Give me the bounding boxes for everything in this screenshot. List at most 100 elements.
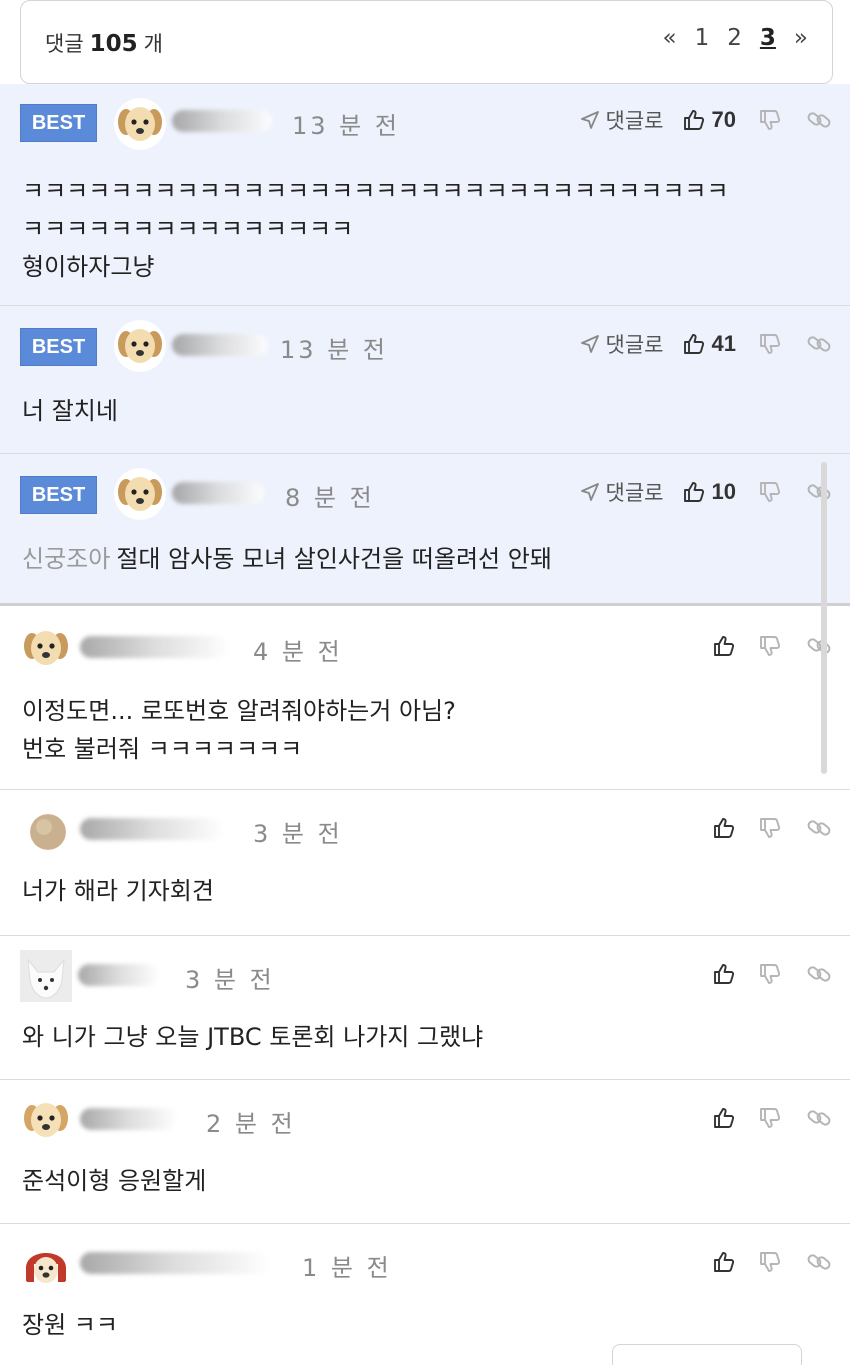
dislike-button[interactable] (758, 108, 782, 132)
comment-actions (712, 1244, 832, 1280)
send-arrow-icon (580, 483, 599, 501)
nickname-blurred[interactable] (172, 480, 264, 506)
like-count: 41 (711, 331, 736, 356)
comment-text: ㅋㅋㅋㅋㅋㅋㅋㅋㅋㅋㅋㅋㅋㅋㅋㅋㅋㅋㅋㅋㅋㅋㅋㅋㅋㅋㅋㅋㅋㅋㅋㅋ ㅋㅋㅋㅋㅋㅋㅋ… (22, 172, 828, 286)
red-hood-puppy-icon[interactable] (20, 1238, 72, 1290)
like-button[interactable]: 70 (682, 107, 736, 133)
beige-circle-icon[interactable] (30, 814, 66, 850)
dislike-button[interactable] (758, 816, 782, 840)
comment-count: 댓글 105 개 (45, 28, 163, 58)
link-button[interactable] (806, 107, 832, 133)
nickname-blurred[interactable] (80, 634, 230, 660)
puppy-icon[interactable] (20, 1094, 72, 1146)
chain-link-icon (807, 638, 831, 654)
comment-line: 절대 암사동 모녀 살인사건을 떠올려선 안돼 (116, 545, 552, 573)
nickname-blurred[interactable] (78, 962, 160, 988)
comment-line: 이정도면... 로또번호 알려줘야하는거 아님? (22, 697, 456, 725)
thumbs-down-icon (760, 1108, 781, 1128)
nickname-blurred[interactable] (80, 1250, 270, 1276)
like-button[interactable] (712, 1106, 736, 1130)
dislike-button[interactable] (758, 962, 782, 986)
chain-link-icon (807, 1110, 831, 1126)
comment-actions: 댓글로 10 (580, 474, 832, 510)
thumbs-down-icon (760, 334, 781, 354)
thumbs-up-icon (683, 482, 704, 502)
comment-text: 와 니가 그냥 오늘 JTBC 토론회 나가지 그랬냐 (22, 1018, 828, 1056)
comment-item: 3 분 전 와 니가 그냥 오늘 JTBC 토론회 나가지 그랬냐 (0, 936, 850, 1080)
next-page-button[interactable]: » (794, 25, 808, 51)
comment-text: 너 잘치네 (22, 392, 828, 430)
page-2-link[interactable]: 2 (727, 25, 742, 51)
like-button[interactable] (712, 634, 736, 658)
page-3-current[interactable]: 3 (760, 25, 776, 51)
like-button[interactable]: 10 (682, 479, 736, 505)
comment-time: 2 분 전 (206, 1110, 296, 1138)
reply-label: 댓글로 (605, 333, 664, 357)
comment-item: BEST 13 분 전 댓글로 41 너 잘치네 (0, 306, 850, 454)
comment-time: 4 분 전 (253, 638, 343, 666)
link-button[interactable] (806, 479, 832, 505)
puppy-icon[interactable] (114, 320, 166, 372)
dislike-button[interactable] (758, 1106, 782, 1130)
comment-actions (712, 810, 832, 846)
link-button[interactable] (806, 961, 832, 987)
nickname-blurred[interactable] (80, 816, 224, 842)
dislike-button[interactable] (758, 634, 782, 658)
reply-button[interactable]: 댓글로 (580, 105, 664, 135)
comment-actions: 댓글로 41 (580, 326, 832, 362)
white-fox-icon[interactable] (20, 950, 72, 1002)
nickname-blurred[interactable] (80, 1106, 178, 1132)
thumbs-down-icon (760, 110, 781, 130)
like-count: 10 (711, 479, 736, 504)
thumbs-up-icon (714, 1252, 735, 1272)
reply-button[interactable]: 댓글로 (580, 477, 664, 507)
chain-link-icon (807, 820, 831, 836)
dislike-button[interactable] (758, 332, 782, 356)
floating-button-partial[interactable] (612, 1344, 802, 1365)
comment-header: 댓글 105 개 « 1 2 3 » (20, 0, 833, 84)
link-button[interactable] (806, 1249, 832, 1275)
link-button[interactable] (806, 633, 832, 659)
comment-count-prefix: 댓글 (45, 32, 84, 56)
comment-time: 13 분 전 (280, 336, 388, 364)
comment-actions (712, 1100, 832, 1136)
like-button[interactable]: 41 (682, 331, 736, 357)
page-1-link[interactable]: 1 (695, 25, 710, 51)
comment-line: 번호 불러줘 ㅋㅋㅋㅋㅋㅋㅋ (22, 735, 303, 763)
comment-text: 이정도면... 로또번호 알려줘야하는거 아님? 번호 불러줘 ㅋㅋㅋㅋㅋㅋㅋ (22, 692, 828, 768)
reply-button[interactable]: 댓글로 (580, 329, 664, 359)
dislike-button[interactable] (758, 480, 782, 504)
thumbs-down-icon (760, 964, 781, 984)
like-button[interactable] (712, 1250, 736, 1274)
link-button[interactable] (806, 331, 832, 357)
comment-item: 3 분 전 너가 해라 기자회견 (0, 790, 850, 936)
pagination: « 1 2 3 » (663, 25, 808, 51)
like-button[interactable] (712, 962, 736, 986)
nickname-blurred[interactable] (172, 108, 272, 134)
reply-label: 댓글로 (605, 109, 664, 133)
comment-item: 2 분 전 준석이형 응원할게 (0, 1080, 850, 1224)
link-button[interactable] (806, 815, 832, 841)
thumbs-down-icon (760, 482, 781, 502)
like-count: 70 (711, 107, 736, 132)
mention-prefix[interactable]: 신궁조아 (22, 545, 110, 573)
comment-line: 너 잘치네 (22, 397, 118, 425)
comment-actions: 댓글로 70 (580, 102, 832, 138)
thumbs-up-icon (683, 110, 704, 130)
thumbs-up-icon (683, 334, 704, 354)
prev-page-button[interactable]: « (663, 25, 677, 51)
like-button[interactable] (712, 816, 736, 840)
link-button[interactable] (806, 1105, 832, 1131)
puppy-icon[interactable] (114, 468, 166, 520)
scrollbar[interactable] (821, 462, 827, 774)
thumbs-down-icon (760, 636, 781, 656)
nickname-blurred[interactable] (172, 332, 268, 358)
dislike-button[interactable] (758, 1250, 782, 1274)
comment-line: 장원 ㅋㅋ (22, 1311, 118, 1339)
comment-line: 와 니가 그냥 오늘 JTBC 토론회 나가지 그랬냐 (22, 1023, 484, 1051)
chain-link-icon (807, 1254, 831, 1270)
comment-item: BEST 13 분 전 댓글로 70 ㅋㅋㅋㅋㅋㅋㅋㅋㅋㅋㅋㅋㅋㅋㅋㅋㅋㅋㅋㅋㅋ… (0, 84, 850, 306)
puppy-icon[interactable] (114, 98, 166, 150)
thumbs-down-icon (760, 1252, 781, 1272)
puppy-icon[interactable] (20, 622, 72, 674)
